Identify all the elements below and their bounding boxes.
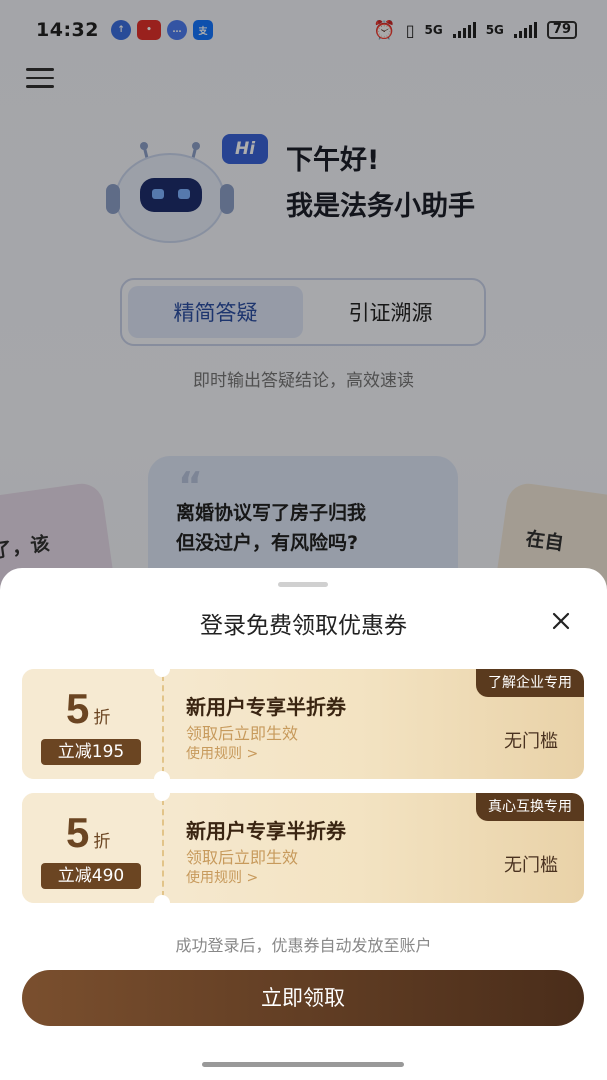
claim-button[interactable]: 立即领取 [22,970,584,1026]
usage-rules-link[interactable]: 使用规则 > [186,867,258,887]
coupon-divider [162,675,164,773]
sheet-footnote: 成功登录后，优惠券自动发放至账户 [175,936,432,955]
coupon-notch [154,771,170,779]
home-indicator[interactable] [202,1062,404,1067]
coupon-notch [154,895,170,903]
coupon-bottom-sheet: 登录免费领取优惠券 5折 立减195 新用户专享半折券 领取后立即生效 使用规则… [0,568,607,1080]
discount-value: 5 [66,685,90,732]
usage-rules-link[interactable]: 使用规则 > [186,743,258,763]
reduce-badge: 立减490 [41,863,141,889]
reduce-badge: 立减195 [41,739,141,765]
coupon-subtitle: 领取后立即生效 [186,848,299,867]
discount-value: 5 [66,809,90,856]
coupon-discount: 5折 [66,685,110,733]
coupon-threshold: 无门槛 [504,855,558,876]
sheet-title: 登录免费领取优惠券 [200,613,407,639]
coupon-title: 新用户专享半折券 [186,695,346,719]
coupon-tag: 了解企业专用 [476,669,584,697]
coupon-discount: 5折 [66,809,110,857]
coupon-tag: 真心互换专用 [476,793,584,821]
discount-unit: 折 [93,708,111,728]
coupon-card[interactable]: 5折 立减195 新用户专享半折券 领取后立即生效 使用规则 > 无门槛 了解企… [22,669,584,779]
coupon-title: 新用户专享半折券 [186,819,346,843]
close-icon[interactable] [544,604,578,638]
coupon-subtitle: 领取后立即生效 [186,724,299,743]
coupon-threshold: 无门槛 [504,731,558,752]
discount-unit: 折 [93,832,111,852]
sheet-grabber[interactable] [278,582,328,587]
coupon-card[interactable]: 5折 立减490 新用户专享半折券 领取后立即生效 使用规则 > 无门槛 真心互… [22,793,584,903]
coupon-divider [162,799,164,897]
